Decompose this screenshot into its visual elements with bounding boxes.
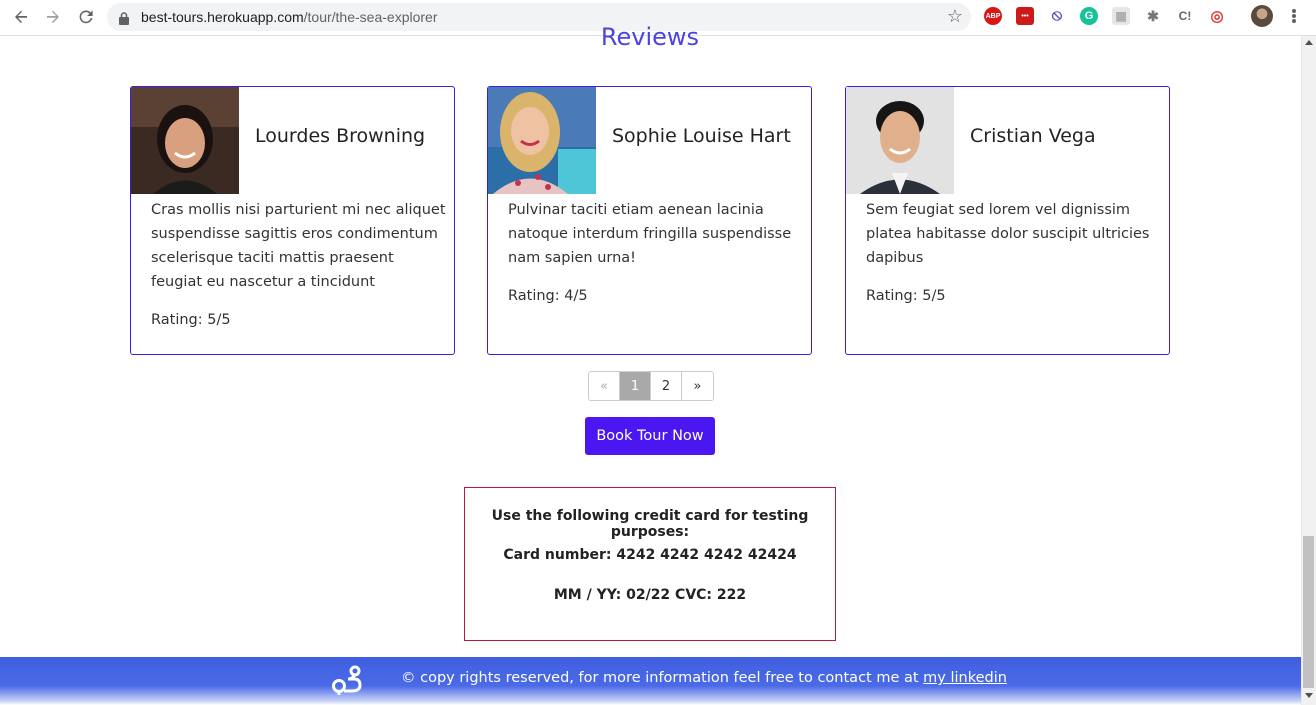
scroll-up-arrow-icon[interactable] [1305,40,1313,45]
adblock-extension-icon[interactable]: ABP [984,7,1002,25]
scroll-down-arrow-icon[interactable] [1305,693,1313,698]
reviews-pagination: « 1 2 » [588,371,714,401]
url-host: best-tours.herokuapp.com [141,9,304,25]
kebab-menu-icon[interactable] [1290,6,1298,26]
pagination-next[interactable]: » [682,372,713,400]
review-card: Lourdes Browning Cras mollis nisi partur… [130,86,455,355]
url-text: best-tours.herokuapp.com/tour/the-sea-ex… [141,9,437,25]
pagination-page-1[interactable]: 1 [620,372,651,400]
pagination-prev[interactable]: « [589,372,620,400]
pagination-page-2[interactable]: 2 [651,372,682,400]
book-tour-button[interactable]: Book Tour Now [585,417,715,455]
forward-arrow-icon[interactable] [41,5,65,29]
review-card: Cristian Vega Sem feugiat sed lorem vel … [845,86,1170,355]
footer-copyright: © copy rights reserved, for more informa… [401,670,1007,686]
profile-avatar[interactable] [1251,5,1273,27]
reload-icon[interactable] [74,5,98,29]
cc-number: Card number: 4242 4242 4242 42424 [503,547,797,563]
route-logo-icon [330,665,364,697]
grid-extension-icon[interactable]: ▦ [1112,7,1130,25]
lastpass-extension-icon[interactable]: ••• [1016,7,1034,25]
star-icon[interactable]: ☆ [947,6,963,27]
review-text: Cras mollis nisi parturient mi nec aliqu… [151,202,446,290]
url-path: /tour/the-sea-explorer [303,9,438,25]
reviewer-name: Sophie Louise Hart [612,125,791,147]
grammarly-extension-icon[interactable]: G [1080,7,1098,25]
review-rating: Rating: 5/5 [151,312,231,328]
scrollbar-thumb[interactable] [1303,536,1314,688]
reviewer-photo [846,87,954,194]
reviewer-photo [131,87,239,194]
cc-instructions: Use the following credit card for testin… [491,508,809,540]
review-rating: Rating: 5/5 [866,288,946,304]
test-credit-card-notice: Use the following credit card for testin… [464,487,836,641]
c-extension-icon[interactable]: C! [1176,7,1194,25]
footer-copyright-text: © copy rights reserved, for more informa… [401,670,919,686]
reviewer-name: Lourdes Browning [255,125,426,147]
lock-icon [119,10,129,25]
page-footer: © copy rights reserved, for more informa… [0,657,1301,705]
circle-extension-icon[interactable]: ◎ [1208,7,1226,25]
review-card: Sophie Louise Hart Pulvinar taciti etiam… [487,86,812,355]
linkedin-link[interactable]: my linkedin [923,670,1007,686]
back-arrow-icon[interactable] [9,5,33,29]
reviews-heading: Reviews [600,23,700,51]
cc-expiry-cvc: MM / YY: 02/22 CVC: 222 [553,587,747,603]
reviewer-name: Cristian Vega [970,125,1096,147]
block-extension-icon[interactable]: ⦸ [1048,7,1066,25]
reviewer-photo [488,87,596,194]
bug-extension-icon[interactable]: ✱ [1144,7,1162,25]
review-text: Pulvinar taciti etiam aenean lacinia nat… [508,202,792,266]
review-rating: Rating: 4/5 [508,288,588,304]
review-text: Sem feugiat sed lorem vel dignissim plat… [866,202,1150,266]
